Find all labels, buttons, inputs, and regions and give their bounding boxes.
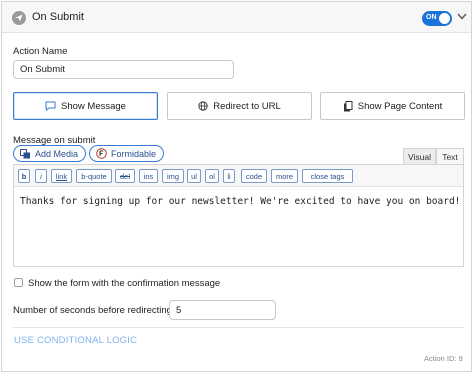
redirect-seconds-input[interactable]: 5 [169, 300, 276, 320]
qt-li-button[interactable]: li [223, 169, 235, 183]
add-media-button[interactable]: Add Media [13, 145, 87, 162]
toggle-label: ON [426, 14, 437, 21]
qt-close-tags-button[interactable]: close tags [302, 169, 353, 183]
redirect-url-label: Redirect to URL [213, 100, 281, 112]
globe-icon [198, 101, 208, 111]
action-name-value: On Submit [20, 64, 65, 75]
redirect-url-button[interactable]: Redirect to URL [167, 92, 312, 120]
show-message-button[interactable]: Show Message [13, 92, 158, 120]
qt-img-button[interactable]: img [162, 169, 184, 183]
action-header[interactable]: On Submit ON [2, 2, 471, 33]
formidable-icon [96, 148, 107, 159]
show-page-content-button[interactable]: Show Page Content [320, 92, 465, 120]
action-id: Action ID: 9 [424, 354, 463, 363]
message-content[interactable]: Thanks for signing up for our newsletter… [20, 196, 460, 207]
tab-text[interactable]: Text [436, 148, 464, 165]
conditional-logic-link[interactable]: USE CONDITIONAL LOGIC [14, 335, 137, 346]
action-name-input[interactable]: On Submit [13, 60, 234, 79]
chevron-down-icon[interactable] [457, 13, 467, 20]
action-name-label: Action Name [13, 46, 68, 57]
qt-bold-button[interactable]: b [18, 169, 30, 183]
redirect-seconds-label: Number of seconds before redirecting [13, 305, 172, 316]
qt-italic-button[interactable]: i [35, 169, 47, 183]
pages-icon [343, 100, 353, 111]
quicktags-toolbar: b i link b-quote del ins img ul ol li co… [14, 165, 463, 187]
formidable-button[interactable]: Formidable [89, 145, 165, 162]
action-toggle[interactable]: ON [422, 11, 452, 26]
show-message-label: Show Message [61, 100, 126, 112]
qt-ol-button[interactable]: ol [205, 169, 219, 183]
qt-more-button[interactable]: more [271, 169, 298, 183]
show-page-content-label: Show Page Content [357, 100, 443, 112]
qt-link-button[interactable]: link [51, 169, 72, 183]
show-form-label: Show the form with the confirmation mess… [28, 278, 221, 289]
qt-del-button[interactable]: del [115, 169, 135, 183]
toggle-knob [439, 13, 450, 24]
qt-blockquote-button[interactable]: b-quote [76, 169, 112, 183]
media-icon [20, 148, 30, 158]
divider [13, 327, 464, 328]
qt-ul-button[interactable]: ul [187, 169, 201, 183]
action-panel: On Submit ON Action Name On Submit Show … [1, 1, 472, 372]
message-icon [45, 101, 56, 111]
send-icon [12, 11, 26, 25]
tab-visual[interactable]: Visual [403, 148, 436, 165]
qt-ins-button[interactable]: ins [139, 169, 158, 183]
qt-code-button[interactable]: code [241, 169, 267, 183]
show-form-checkbox[interactable] [14, 278, 23, 287]
formidable-label: Formidable [111, 148, 157, 159]
message-editor[interactable]: b i link b-quote del ins img ul ol li co… [13, 164, 464, 267]
action-title: On Submit [32, 11, 84, 23]
add-media-label: Add Media [35, 148, 79, 159]
redirect-seconds-value: 5 [176, 304, 182, 316]
